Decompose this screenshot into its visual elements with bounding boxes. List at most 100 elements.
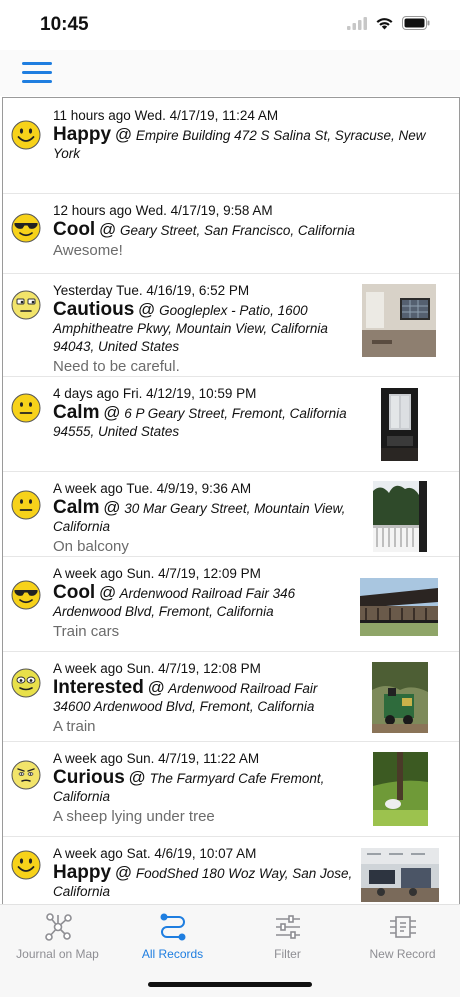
record-relative-time: Yesterday — [53, 283, 113, 298]
tab-label: All Records — [141, 947, 204, 961]
happy-emoji-icon — [11, 120, 41, 150]
record-relative-time: A week ago — [53, 661, 123, 676]
record-relative-time: A week ago — [53, 751, 123, 766]
record-relative-time: A week ago — [53, 481, 123, 496]
map-network-icon — [44, 913, 72, 941]
tab-all-records[interactable]: All Records — [115, 905, 230, 965]
record-row[interactable]: Yesterday Tue. 4/16/19, 6:52 PM Cautious… — [3, 273, 459, 377]
record-timestamp: 11 hours ago Wed. 4/17/19, 11:24 AM — [53, 107, 443, 125]
status-time: 10:45 — [40, 14, 89, 35]
at-sign: @ — [114, 863, 133, 882]
record-row[interactable]: 4 days ago Fri. 4/12/19, 10:59 PM Calm @… — [3, 376, 459, 472]
records-list[interactable]: 11 hours ago Wed. 4/17/19, 11:24 AM Happ… — [2, 97, 460, 905]
status-icons — [347, 16, 430, 30]
menu-button[interactable] — [22, 62, 52, 84]
balcony-photo[interactable] — [373, 481, 427, 552]
signal-icon — [347, 16, 367, 30]
train-cars-photo[interactable] — [360, 578, 438, 636]
record-mood-location: Cool @ Ardenwood Railroad Fair 346 Arden… — [53, 582, 353, 621]
record-relative-time: 11 hours ago — [53, 108, 131, 123]
record-row[interactable]: A week ago Tue. 4/9/19, 9:36 AM Calm @ 3… — [3, 471, 459, 557]
at-sign: @ — [98, 583, 117, 602]
sheep-photo[interactable] — [373, 752, 428, 826]
record-relative-time: A week ago — [53, 566, 123, 581]
battery-icon — [402, 16, 430, 30]
interested-emoji-icon — [11, 668, 41, 698]
record-text: A week ago Sat. 4/6/19, 10:07 AM Happy @… — [53, 845, 353, 901]
record-date: Wed. 4/17/19, 9:58 AM — [135, 203, 273, 218]
record-row[interactable]: 12 hours ago Wed. 4/17/19, 9:58 AM Cool … — [3, 193, 459, 274]
record-timestamp: 4 days ago Fri. 4/12/19, 10:59 PM — [53, 385, 353, 403]
record-mood: Calm — [53, 402, 100, 423]
home-indicator[interactable] — [148, 982, 312, 987]
record-timestamp: A week ago Tue. 4/9/19, 9:36 AM — [53, 480, 353, 498]
record-row[interactable]: A week ago Sun. 4/7/19, 12:09 PM Cool @ … — [3, 556, 459, 652]
at-sign: @ — [103, 403, 121, 422]
filter-sliders-icon — [275, 915, 300, 939]
curious-emoji-icon — [11, 760, 41, 790]
record-note: Need to be careful. — [53, 358, 180, 375]
record-relative-time: A week ago — [53, 846, 123, 861]
record-mood-location: Calm @ 6 P Geary Street, Fremont, Califo… — [53, 402, 353, 441]
train-photo[interactable] — [372, 662, 428, 733]
record-date: Sun. 4/7/19, 12:08 PM — [126, 661, 261, 676]
tab-new-record[interactable]: New Record — [345, 905, 460, 965]
navigation-bar — [0, 50, 460, 96]
record-note: A train — [53, 718, 96, 735]
record-note: Awesome! — [53, 242, 123, 259]
record-text: A week ago Sun. 4/7/19, 12:08 PM Interes… — [53, 660, 353, 736]
cool-emoji-icon — [11, 213, 41, 243]
menu-icon — [22, 62, 52, 65]
record-text: 11 hours ago Wed. 4/17/19, 11:24 AM Happ… — [53, 107, 443, 163]
tab-label: Journal on Map — [16, 947, 99, 961]
at-sign: @ — [128, 768, 146, 787]
tab-filter[interactable]: Filter — [230, 905, 345, 965]
menu-icon-bar — [22, 80, 52, 83]
at-sign: @ — [114, 125, 133, 144]
record-timestamp: A week ago Sat. 4/6/19, 10:07 AM — [53, 845, 353, 863]
at-sign: @ — [103, 498, 121, 517]
record-mood: Happy — [53, 862, 112, 883]
menu-icon-bar — [22, 71, 52, 74]
record-text: A week ago Sun. 4/7/19, 12:09 PM Cool @ … — [53, 565, 353, 641]
calm-emoji-icon — [11, 393, 41, 423]
record-mood-location: Interested @ Ardenwood Railroad Fair 346… — [53, 677, 353, 716]
happy-emoji-icon — [11, 850, 41, 880]
record-mood-location: Happy @ FoodShed 180 Woz Way, San Jose, … — [53, 862, 353, 901]
record-mood: Cool — [53, 582, 96, 603]
new-record-icon — [389, 916, 416, 938]
room-photo[interactable] — [362, 284, 436, 357]
record-mood: Cautious — [53, 299, 135, 320]
record-row[interactable]: A week ago Sat. 4/6/19, 10:07 AM Happy @… — [3, 836, 459, 905]
record-mood-location: Happy @ Empire Building 472 S Salina St,… — [53, 124, 443, 163]
at-sign: @ — [98, 220, 117, 239]
record-date: Sun. 4/7/19, 11:22 AM — [126, 751, 260, 766]
tab-label: New Record — [369, 947, 436, 961]
office-photo[interactable] — [361, 848, 439, 902]
record-timestamp: 12 hours ago Wed. 4/17/19, 9:58 AM — [53, 202, 443, 220]
record-text: 12 hours ago Wed. 4/17/19, 9:58 AM Cool … — [53, 202, 443, 260]
record-mood-location: Cautious @ Googleplex - Patio, 1600 Amph… — [53, 299, 353, 356]
record-mood: Happy — [53, 124, 112, 145]
record-mood-location: Calm @ 30 Mar Geary Street, Mountain Vie… — [53, 497, 353, 536]
record-timestamp: A week ago Sun. 4/7/19, 11:22 AM — [53, 750, 353, 768]
window-photo[interactable] — [381, 388, 418, 461]
cool-emoji-icon — [11, 580, 41, 610]
record-mood: Calm — [53, 497, 100, 518]
record-timestamp: A week ago Sun. 4/7/19, 12:08 PM — [53, 660, 353, 678]
record-text: A week ago Tue. 4/9/19, 9:36 AM Calm @ 3… — [53, 480, 353, 556]
tab-label: Filter — [274, 947, 301, 961]
record-row[interactable]: A week ago Sun. 4/7/19, 11:22 AM Curious… — [3, 741, 459, 837]
record-date: Tue. 4/16/19, 6:52 PM — [116, 283, 250, 298]
record-row[interactable]: 11 hours ago Wed. 4/17/19, 11:24 AM Happ… — [3, 98, 459, 194]
record-text: A week ago Sun. 4/7/19, 11:22 AM Curious… — [53, 750, 353, 826]
tab-journal-on-map[interactable]: Journal on Map — [0, 905, 115, 965]
record-mood-location: Cool @ Geary Street, San Francisco, Cali… — [53, 219, 443, 240]
record-note: Train cars — [53, 623, 120, 640]
record-mood: Cool — [53, 219, 96, 240]
record-date: Sun. 4/7/19, 12:09 PM — [126, 566, 261, 581]
record-date: Tue. 4/9/19, 9:36 AM — [126, 481, 252, 496]
record-mood: Interested — [53, 677, 144, 698]
at-sign: @ — [147, 678, 165, 697]
record-row[interactable]: A week ago Sun. 4/7/19, 12:08 PM Interes… — [3, 651, 459, 742]
